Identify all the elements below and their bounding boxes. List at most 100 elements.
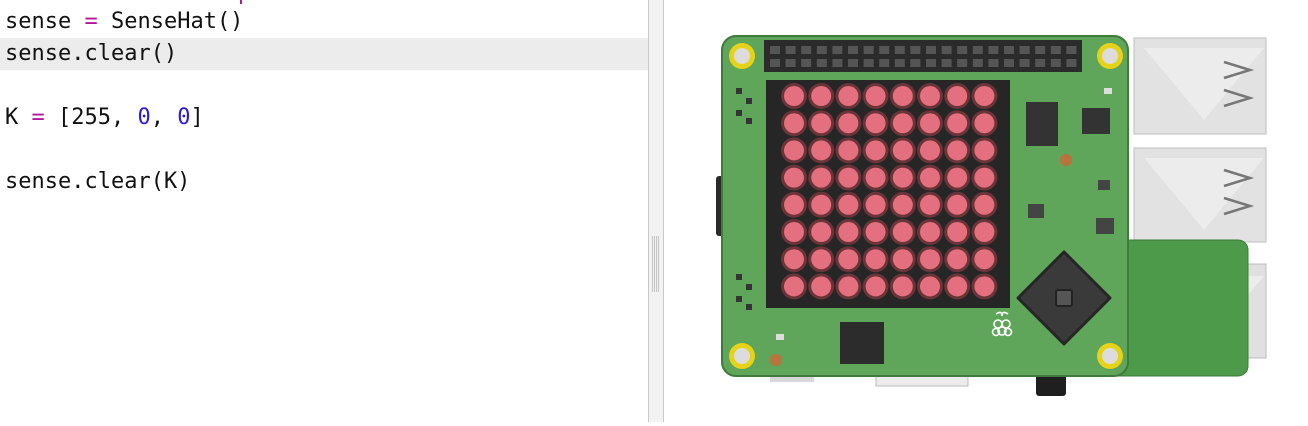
led-pixel bbox=[920, 222, 940, 242]
led-pixel bbox=[811, 276, 832, 297]
gpio-pin bbox=[816, 46, 827, 54]
led-pixel bbox=[811, 249, 832, 270]
led-pixel bbox=[920, 86, 940, 106]
led-pixel bbox=[838, 194, 859, 215]
gpio-pin bbox=[879, 46, 890, 54]
gpio-pin bbox=[832, 46, 843, 54]
gpio-pin bbox=[1050, 46, 1061, 54]
gpio-pin bbox=[1019, 59, 1030, 67]
led-pixel bbox=[784, 113, 804, 134]
gpio-header bbox=[764, 40, 1082, 72]
led-pixel bbox=[974, 86, 995, 106]
gpio-pin bbox=[910, 59, 921, 67]
led-pixel bbox=[974, 140, 995, 161]
code-token: = bbox=[31, 105, 45, 130]
gpio-pin bbox=[848, 46, 858, 54]
gpio-pin bbox=[957, 46, 968, 54]
led-pixel bbox=[784, 167, 804, 188]
led-pixel bbox=[947, 276, 968, 297]
code-editor[interactable]: sense = SenseHat() sense.clear() K = [255,… bbox=[0, 0, 648, 422]
led-pixel bbox=[838, 86, 859, 106]
code-token: , bbox=[150, 105, 178, 130]
gpio-pin bbox=[1019, 46, 1030, 54]
led-pixel bbox=[811, 113, 832, 134]
gpio-pin bbox=[957, 59, 968, 67]
led-pixel bbox=[920, 113, 940, 134]
gpio-pin bbox=[863, 46, 874, 54]
gpio-pin bbox=[879, 59, 890, 67]
led-pixel bbox=[865, 86, 886, 106]
code-token: sense.clear(K) bbox=[5, 169, 191, 194]
led-pixel bbox=[892, 86, 913, 106]
led-pixel bbox=[974, 276, 995, 297]
code-line[interactable]: K = [255, 0, 0] bbox=[0, 102, 648, 134]
led-pixel bbox=[974, 167, 995, 188]
emulator-board-graphic bbox=[716, 35, 1267, 396]
led-pixel bbox=[920, 167, 940, 188]
code-token: [255, bbox=[44, 105, 138, 130]
gpio-pin bbox=[1004, 59, 1014, 67]
led-pixel bbox=[784, 194, 804, 215]
gpio-pin bbox=[926, 59, 936, 67]
led-pixel bbox=[811, 222, 832, 242]
led-pixel bbox=[920, 140, 940, 161]
led-pixel bbox=[920, 249, 940, 270]
text-caret bbox=[240, 0, 242, 4]
gpio-pin bbox=[894, 46, 905, 54]
led-pixel bbox=[784, 249, 804, 270]
gpio-pin bbox=[770, 46, 780, 54]
bottom-knob bbox=[1036, 374, 1066, 396]
led-pixel bbox=[838, 276, 859, 297]
gpio-pin bbox=[988, 46, 999, 54]
led-pixel bbox=[974, 222, 995, 242]
gpio-pin bbox=[801, 46, 812, 54]
led-pixel bbox=[974, 194, 995, 215]
led-pixel bbox=[865, 140, 886, 161]
gpio-pin bbox=[1050, 59, 1061, 67]
led-pixel bbox=[947, 249, 968, 270]
led-pixel bbox=[892, 222, 913, 242]
led-pixel bbox=[811, 167, 832, 188]
led-pixel bbox=[838, 222, 859, 242]
led-pixel bbox=[892, 140, 913, 161]
led-pixel bbox=[865, 194, 886, 215]
pane-divider[interactable] bbox=[648, 0, 664, 422]
gpio-pin bbox=[1066, 59, 1077, 67]
code-line[interactable] bbox=[0, 70, 648, 102]
led-pixel bbox=[892, 167, 913, 188]
gpio-pin bbox=[910, 46, 921, 54]
code-token: sense.clear() bbox=[5, 41, 178, 66]
code-token: = bbox=[84, 9, 98, 34]
led-pixel bbox=[865, 276, 886, 297]
code-token: K bbox=[5, 105, 32, 130]
gpio-pin bbox=[941, 46, 952, 54]
led-pixel bbox=[811, 86, 832, 106]
led-pixel bbox=[838, 140, 859, 161]
led-pixel bbox=[838, 249, 859, 270]
gpio-pin bbox=[816, 59, 827, 67]
code-line[interactable]: sense.clear(K) bbox=[0, 166, 648, 198]
led-pixel bbox=[947, 167, 968, 188]
code-line[interactable]: sense.clear() bbox=[0, 38, 648, 70]
led-pixel bbox=[811, 194, 832, 215]
led-pixel bbox=[892, 194, 913, 215]
gpio-pin bbox=[972, 46, 983, 54]
led-pixel bbox=[865, 167, 886, 188]
code-token: ] bbox=[190, 105, 204, 130]
led-pixel bbox=[784, 222, 804, 242]
gpio-pin bbox=[926, 46, 936, 54]
led-pixel bbox=[920, 194, 940, 215]
divider-grip-icon[interactable] bbox=[652, 236, 660, 292]
led-pixel bbox=[920, 276, 940, 297]
code-line[interactable]: sense = SenseHat() bbox=[0, 6, 648, 38]
led-pixel bbox=[892, 276, 913, 297]
led-pixel bbox=[892, 113, 913, 134]
gpio-pin bbox=[785, 46, 796, 54]
led-pixel bbox=[865, 222, 886, 242]
sense-hat-emulator bbox=[664, 0, 1308, 422]
led-pixel bbox=[838, 113, 859, 134]
code-line[interactable] bbox=[0, 134, 648, 166]
gpio-pin bbox=[941, 59, 952, 67]
gpio-pin bbox=[988, 59, 999, 67]
code-token: sense bbox=[5, 9, 85, 34]
